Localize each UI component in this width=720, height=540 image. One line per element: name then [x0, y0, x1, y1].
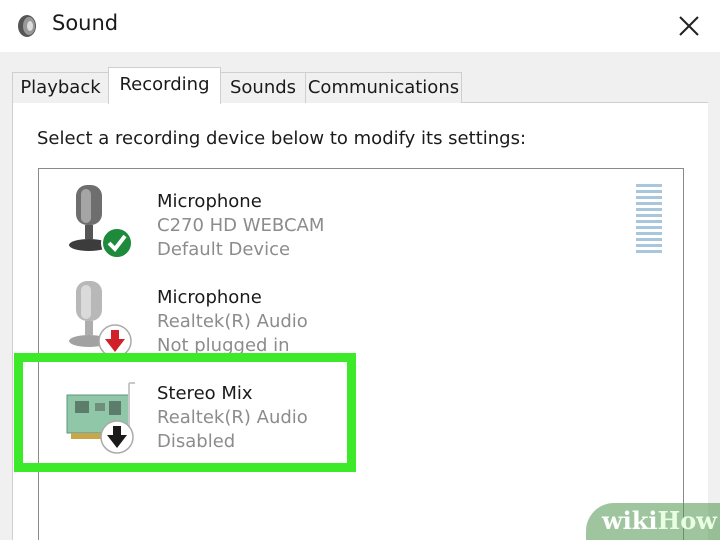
tab-communications[interactable]: Communications [305, 72, 462, 103]
microphone-icon [69, 185, 133, 259]
down-arrow-icon [100, 420, 134, 454]
level-meter [636, 184, 662, 253]
device-item-stereo-mix[interactable]: Stereo Mix Realtek(R) Audio Disabled [39, 365, 629, 459]
instruction-text: Select a recording device below to modif… [37, 128, 527, 149]
title-bar: Sound [0, 0, 720, 52]
device-detail: Realtek(R) Audio [157, 407, 308, 428]
check-icon [101, 227, 133, 259]
device-status: Disabled [157, 431, 236, 452]
window-title: Sound [52, 11, 119, 35]
watermark-text: wikiHow [602, 506, 717, 535]
device-name: Microphone [157, 287, 262, 308]
tab-sounds[interactable]: Sounds [220, 72, 306, 103]
tab-playback[interactable]: Playback [12, 72, 109, 103]
tab-recording[interactable]: Recording [108, 67, 221, 104]
down-arrow-icon [98, 324, 132, 358]
device-status: Default Device [157, 239, 291, 260]
speaker-icon [18, 15, 36, 37]
device-detail: Realtek(R) Audio [157, 311, 308, 332]
close-icon [679, 16, 699, 36]
watermark: wikiHow [586, 503, 720, 540]
device-item-webcam-microphone[interactable]: Microphone C270 HD WEBCAM Default Device [39, 173, 629, 267]
device-status: Not plugged in [157, 335, 290, 356]
device-detail: C270 HD WEBCAM [157, 215, 325, 236]
device-item-realtek-microphone[interactable]: Microphone Realtek(R) Audio Not plugged … [39, 269, 629, 363]
device-name: Stereo Mix [157, 383, 253, 404]
device-name: Microphone [157, 191, 262, 212]
close-button[interactable] [668, 6, 710, 46]
device-list[interactable]: Microphone C270 HD WEBCAM Default Device… [38, 168, 684, 540]
